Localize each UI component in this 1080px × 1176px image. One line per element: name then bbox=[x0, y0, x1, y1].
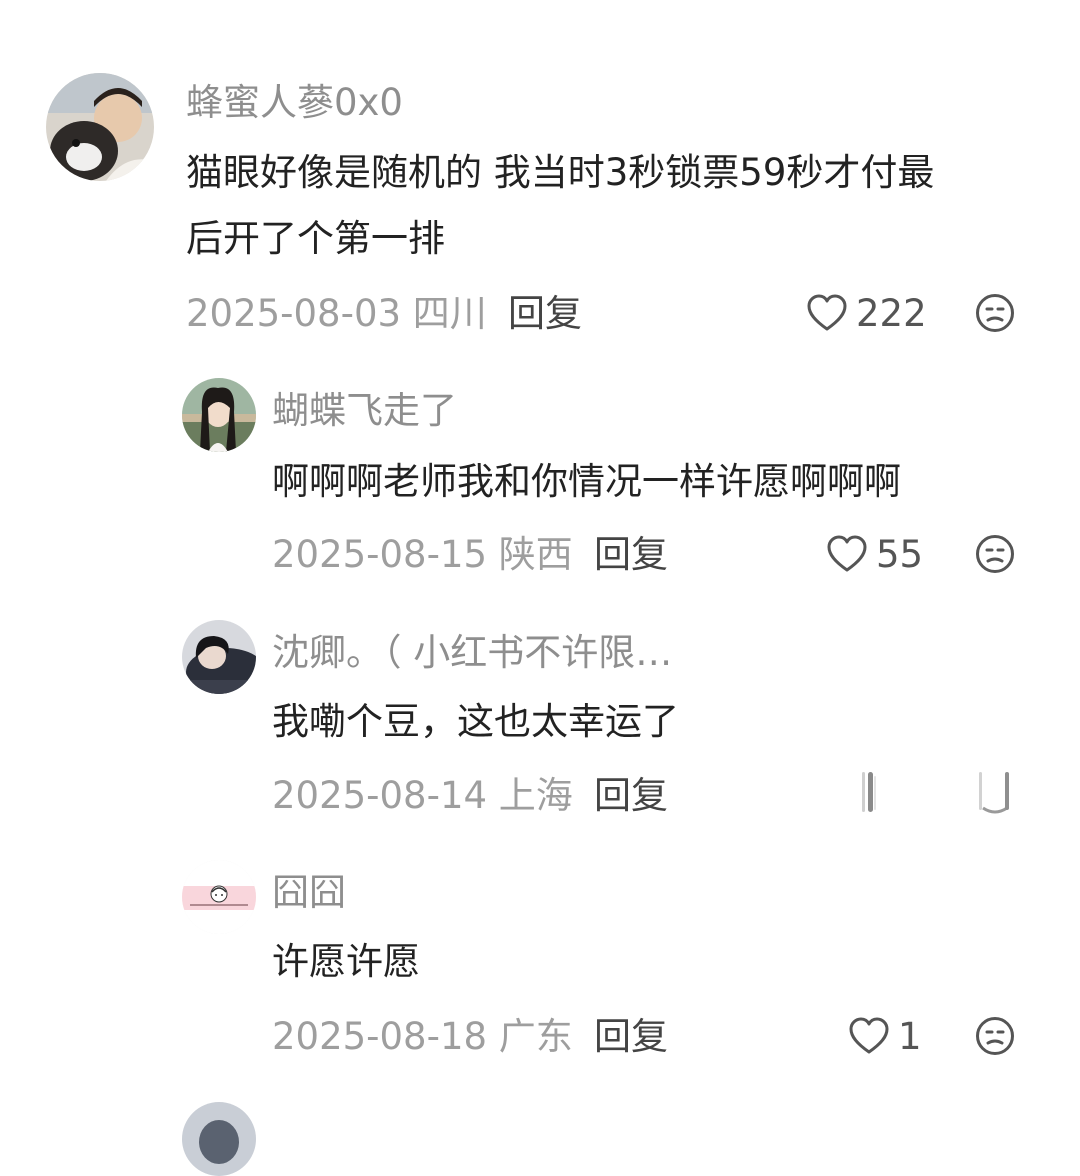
comment-meta: 2025-08-18 广东 bbox=[272, 1018, 573, 1055]
comment-item: 蝴蝶飞走了 啊啊啊老师我和你情况一样许愿啊啊啊 2025-08-15 陕西 回复… bbox=[0, 360, 1080, 600]
avatar[interactable] bbox=[182, 860, 256, 934]
like-button[interactable]: 1 bbox=[848, 1016, 922, 1056]
sad-face-icon[interactable] bbox=[975, 1016, 1015, 1056]
heart-outline-icon bbox=[827, 535, 867, 572]
comment-location: 陕西 bbox=[498, 533, 573, 576]
avatar[interactable] bbox=[46, 73, 154, 181]
comment-location: 四川 bbox=[412, 292, 487, 335]
avatar[interactable] bbox=[182, 1102, 256, 1176]
reply-button[interactable]: 回复 bbox=[508, 295, 582, 332]
comment-meta: 2025-08-03 四川 bbox=[186, 295, 487, 332]
like-button[interactable] bbox=[858, 770, 888, 816]
comment-date: 2025-08-18 bbox=[272, 1015, 488, 1058]
comment-text-line: 后开了个第一排 bbox=[186, 217, 445, 260]
comment-item: 蜂蜜人蔘0x0 猫眼好像是随机的 我当时3秒锁票59秒才付最 后开了个第一排 2… bbox=[0, 0, 1080, 360]
avatar[interactable] bbox=[182, 378, 256, 452]
heart-outline-icon bbox=[862, 772, 876, 812]
reply-button[interactable]: 回复 bbox=[594, 536, 668, 573]
comment-text: 猫眼好像是随机的 我当时3秒锁票59秒才付最 后开了个第一排 bbox=[186, 140, 1036, 272]
comment-text: 啊啊啊老师我和你情况一样许愿啊啊啊 bbox=[272, 460, 901, 503]
comment-meta: 2025-08-15 陕西 bbox=[272, 536, 573, 573]
heart-outline-icon bbox=[807, 294, 847, 331]
comment-meta: 2025-08-14 上海 bbox=[272, 777, 573, 814]
sad-face-icon[interactable] bbox=[975, 770, 1015, 816]
avatar[interactable] bbox=[182, 620, 256, 694]
comment-date: 2025-08-15 bbox=[272, 533, 488, 576]
comment-date: 2025-08-03 bbox=[186, 292, 402, 335]
username[interactable]: 囧囧 bbox=[272, 874, 346, 911]
comment-text: 我嘞个豆，这也太幸运了 bbox=[272, 700, 679, 743]
like-count: 55 bbox=[876, 532, 924, 576]
like-count: 1 bbox=[898, 1014, 922, 1058]
like-button[interactable]: 222 bbox=[806, 293, 927, 333]
sad-face-icon[interactable] bbox=[975, 534, 1015, 574]
heart-outline-icon bbox=[849, 1017, 889, 1054]
comment-location: 上海 bbox=[498, 774, 573, 817]
username[interactable]: 蜂蜜人蔘0x0 bbox=[186, 84, 403, 121]
comment-date: 2025-08-14 bbox=[272, 774, 488, 817]
comment-text: 许愿许愿 bbox=[272, 940, 420, 983]
comment-location: 广东 bbox=[498, 1015, 573, 1058]
username[interactable]: 蝴蝶飞走了 bbox=[272, 392, 457, 429]
like-count: 222 bbox=[856, 291, 927, 335]
reply-button[interactable]: 回复 bbox=[594, 1018, 668, 1055]
comment-item: 囧囧 许愿许愿 2025-08-18 广东 回复 1 bbox=[0, 842, 1080, 1082]
reply-button[interactable]: 回复 bbox=[594, 777, 668, 814]
sad-face-icon[interactable] bbox=[975, 293, 1015, 333]
comment-item: 沈卿。（ 小红书不许限… 我嘞个豆，这也太幸运了 2025-08-14 上海 回… bbox=[0, 600, 1080, 842]
username[interactable]: 沈卿。（ 小红书不许限… bbox=[272, 634, 672, 671]
like-button[interactable]: 55 bbox=[826, 534, 923, 574]
comment-text-line: 猫眼好像是随机的 我当时3秒锁票59秒才付最 bbox=[186, 151, 935, 194]
